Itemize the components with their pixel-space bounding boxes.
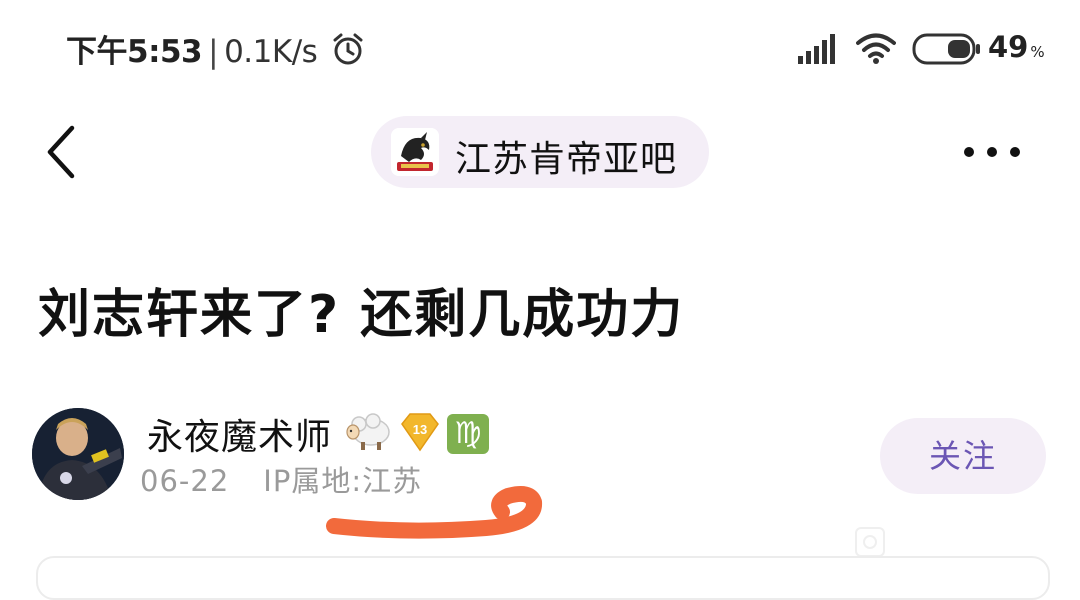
- network-speed: 0.1K/s: [224, 34, 318, 70]
- zodiac-badge: ♍: [447, 414, 489, 454]
- watermark-icon: [855, 527, 885, 557]
- forum-logo: [391, 128, 439, 176]
- post-title: 刘志轩来了? 还剩几成功力: [38, 285, 685, 345]
- battery-icon: [912, 33, 980, 65]
- forum-pill[interactable]: 江苏肯帝亚吧: [371, 116, 709, 188]
- level-number: 13: [413, 422, 427, 437]
- more-icon[interactable]: [962, 145, 1022, 159]
- follow-button[interactable]: 关注: [880, 418, 1046, 494]
- signal-icon: [798, 34, 835, 64]
- status-separator: |: [208, 34, 219, 70]
- battery-percent-value: 49: [988, 30, 1029, 64]
- sheep-icon: [346, 413, 390, 450]
- content-card: [36, 556, 1050, 600]
- forum-name: 江苏肯帝亚吧: [455, 139, 678, 180]
- battery-percent: 49%: [988, 30, 1045, 64]
- author-name[interactable]: 永夜魔术师: [147, 408, 332, 460]
- level-badge-icon: 13: [401, 413, 439, 452]
- avatar[interactable]: [32, 408, 124, 500]
- wifi-icon: [856, 33, 896, 64]
- post-date: 06-22: [140, 464, 230, 498]
- back-icon[interactable]: [44, 124, 78, 180]
- alarm-icon: [333, 33, 363, 65]
- battery-percent-unit: %: [1030, 43, 1045, 61]
- status-time: 下午5:53 | 0.1K/s: [66, 26, 318, 71]
- clock-text: 下午5:53: [66, 34, 203, 70]
- annotation-scribble: [326, 486, 542, 539]
